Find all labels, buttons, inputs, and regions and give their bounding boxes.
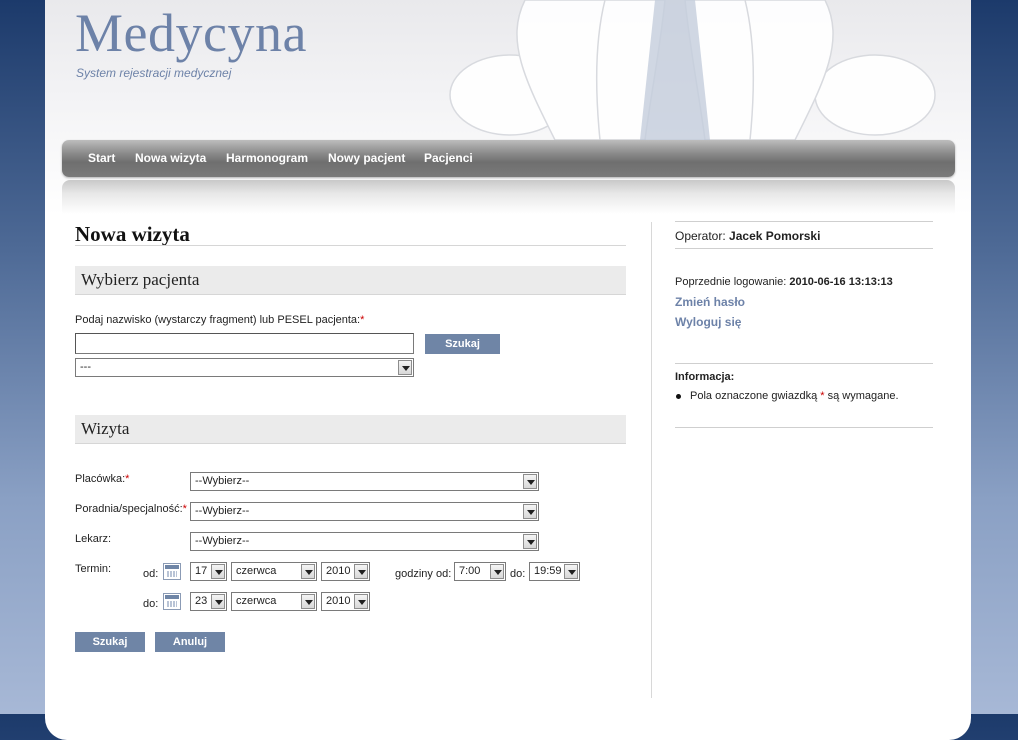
operator-label: Operator:	[675, 229, 726, 243]
from-year-select[interactable]: 2010	[321, 562, 370, 581]
info-text-after: są wymagane.	[827, 390, 899, 402]
patient-search-label-text: Podaj nazwisko (wystarczy fragment) lub …	[75, 314, 361, 326]
required-marker: *	[182, 503, 187, 515]
chevron-down-icon	[211, 594, 225, 609]
to-year-select[interactable]: 2010	[321, 592, 370, 611]
sidebar-divider	[675, 248, 933, 249]
info-heading: Informacja:	[675, 371, 735, 383]
decorative-petals-graphic	[449, 0, 936, 141]
nav-item-nowy-pacjent[interactable]: Nowy pacjent	[328, 151, 405, 165]
nav-item-start[interactable]: Start	[88, 151, 115, 165]
poradnia-select[interactable]: --Wybierz--	[190, 502, 539, 521]
from-date-label: od:	[143, 568, 159, 580]
chevron-down-icon	[523, 474, 537, 489]
patient-search-label: Podaj nazwisko (wystarczy fragment) lub …	[75, 314, 364, 326]
chevron-down-icon	[301, 564, 315, 579]
to-day-value: 23	[195, 595, 208, 607]
sub-navbar	[62, 180, 955, 214]
operator-info: Operator: Jacek Pomorski	[675, 229, 820, 243]
poradnia-label: Poradnia/specjalność:*	[75, 503, 187, 515]
page-container: Medycyna System rejestracji medycznej St…	[45, 0, 971, 740]
chevron-down-icon	[564, 564, 578, 579]
hours-to-value: 19:59	[534, 565, 562, 577]
calendar-icon[interactable]	[163, 563, 181, 580]
sidebar-divider	[675, 221, 933, 222]
from-month-value: czerwca	[236, 565, 277, 577]
chevron-down-icon	[398, 360, 412, 375]
placowka-select[interactable]: --Wybierz--	[190, 472, 539, 491]
section-header-visit: Wizyta	[75, 415, 626, 444]
sidebar-divider	[675, 363, 933, 364]
to-date-label: do:	[143, 598, 159, 610]
patient-search-input[interactable]	[75, 333, 414, 354]
app-logo-title: Medycyna	[75, 3, 307, 63]
column-divider	[651, 222, 652, 698]
hours-from-select[interactable]: 7:00	[454, 562, 506, 581]
hours-from-label: godziny od:	[395, 568, 452, 580]
last-login-value: 2010-06-16 13:13:13	[789, 276, 893, 288]
chevron-down-icon	[490, 564, 504, 579]
last-login-info: Poprzednie logowanie: 2010-06-16 13:13:1…	[675, 276, 893, 288]
hours-to-label: do:	[510, 568, 526, 580]
calendar-icon[interactable]	[163, 593, 181, 610]
to-month-value: czerwca	[236, 595, 277, 607]
placowka-label-text: Placówka:	[75, 473, 126, 485]
title-divider	[75, 245, 626, 246]
placowka-label: Placówka:*	[75, 473, 129, 485]
hours-to-select[interactable]: 19:59	[529, 562, 580, 581]
patient-select[interactable]: ---	[75, 358, 414, 377]
chevron-down-icon	[211, 564, 225, 579]
lekarz-select[interactable]: --Wybierz--	[190, 532, 539, 551]
info-text-before: Pola oznaczone gwiazdką	[690, 390, 818, 402]
lekarz-label: Lekarz:	[75, 533, 112, 545]
from-day-select[interactable]: 17	[190, 562, 227, 581]
logout-link[interactable]: Wyloguj się	[675, 315, 741, 329]
hours-from-value: 7:00	[459, 565, 481, 577]
section-title-visit: Wizyta	[81, 419, 130, 438]
cancel-button[interactable]: Anuluj	[155, 632, 225, 652]
from-year-value: 2010	[326, 565, 351, 577]
required-marker: *	[820, 390, 825, 402]
nav-item-pacjenci[interactable]: Pacjenci	[424, 151, 473, 165]
to-month-select[interactable]: czerwca	[231, 592, 317, 611]
nav-item-harmonogram[interactable]: Harmonogram	[226, 151, 308, 165]
info-text: Pola oznaczone gwiazdką * są wymagane.	[690, 390, 899, 402]
chevron-down-icon	[523, 504, 537, 519]
page-title: Nowa wizyta	[75, 222, 190, 246]
chevron-down-icon	[354, 594, 368, 609]
chevron-down-icon	[301, 594, 315, 609]
required-marker: *	[125, 473, 130, 485]
chevron-down-icon	[523, 534, 537, 549]
poradnia-select-value: --Wybierz--	[195, 505, 250, 517]
sidebar-divider	[675, 427, 933, 428]
last-login-label: Poprzednie logowanie:	[675, 276, 787, 288]
app-subtitle: System rejestracji medycznej	[76, 66, 232, 80]
bullet-icon	[676, 394, 681, 399]
section-title-patient: Wybierz pacjenta	[81, 270, 200, 289]
visit-search-button[interactable]: Szukaj	[75, 632, 145, 652]
required-marker: *	[360, 314, 365, 326]
from-month-select[interactable]: czerwca	[231, 562, 317, 581]
operator-name: Jacek Pomorski	[729, 229, 821, 243]
termin-label: Termin:	[75, 563, 112, 575]
to-year-value: 2010	[326, 595, 351, 607]
placowka-select-value: --Wybierz--	[195, 475, 250, 487]
to-day-select[interactable]: 23	[190, 592, 227, 611]
main-nav: Start Nowa wizyta Harmonogram Nowy pacje…	[62, 140, 955, 177]
patient-search-button[interactable]: Szukaj	[425, 334, 500, 354]
patient-select-value: ---	[80, 361, 91, 373]
lekarz-select-value: --Wybierz--	[195, 535, 250, 547]
chevron-down-icon	[354, 564, 368, 579]
section-header-patient: Wybierz pacjenta	[75, 266, 626, 295]
poradnia-label-text: Poradnia/specjalność:	[75, 503, 183, 515]
nav-item-nowa-wizyta[interactable]: Nowa wizyta	[135, 151, 206, 165]
from-day-value: 17	[195, 565, 208, 577]
change-password-link[interactable]: Zmień hasło	[675, 295, 745, 309]
